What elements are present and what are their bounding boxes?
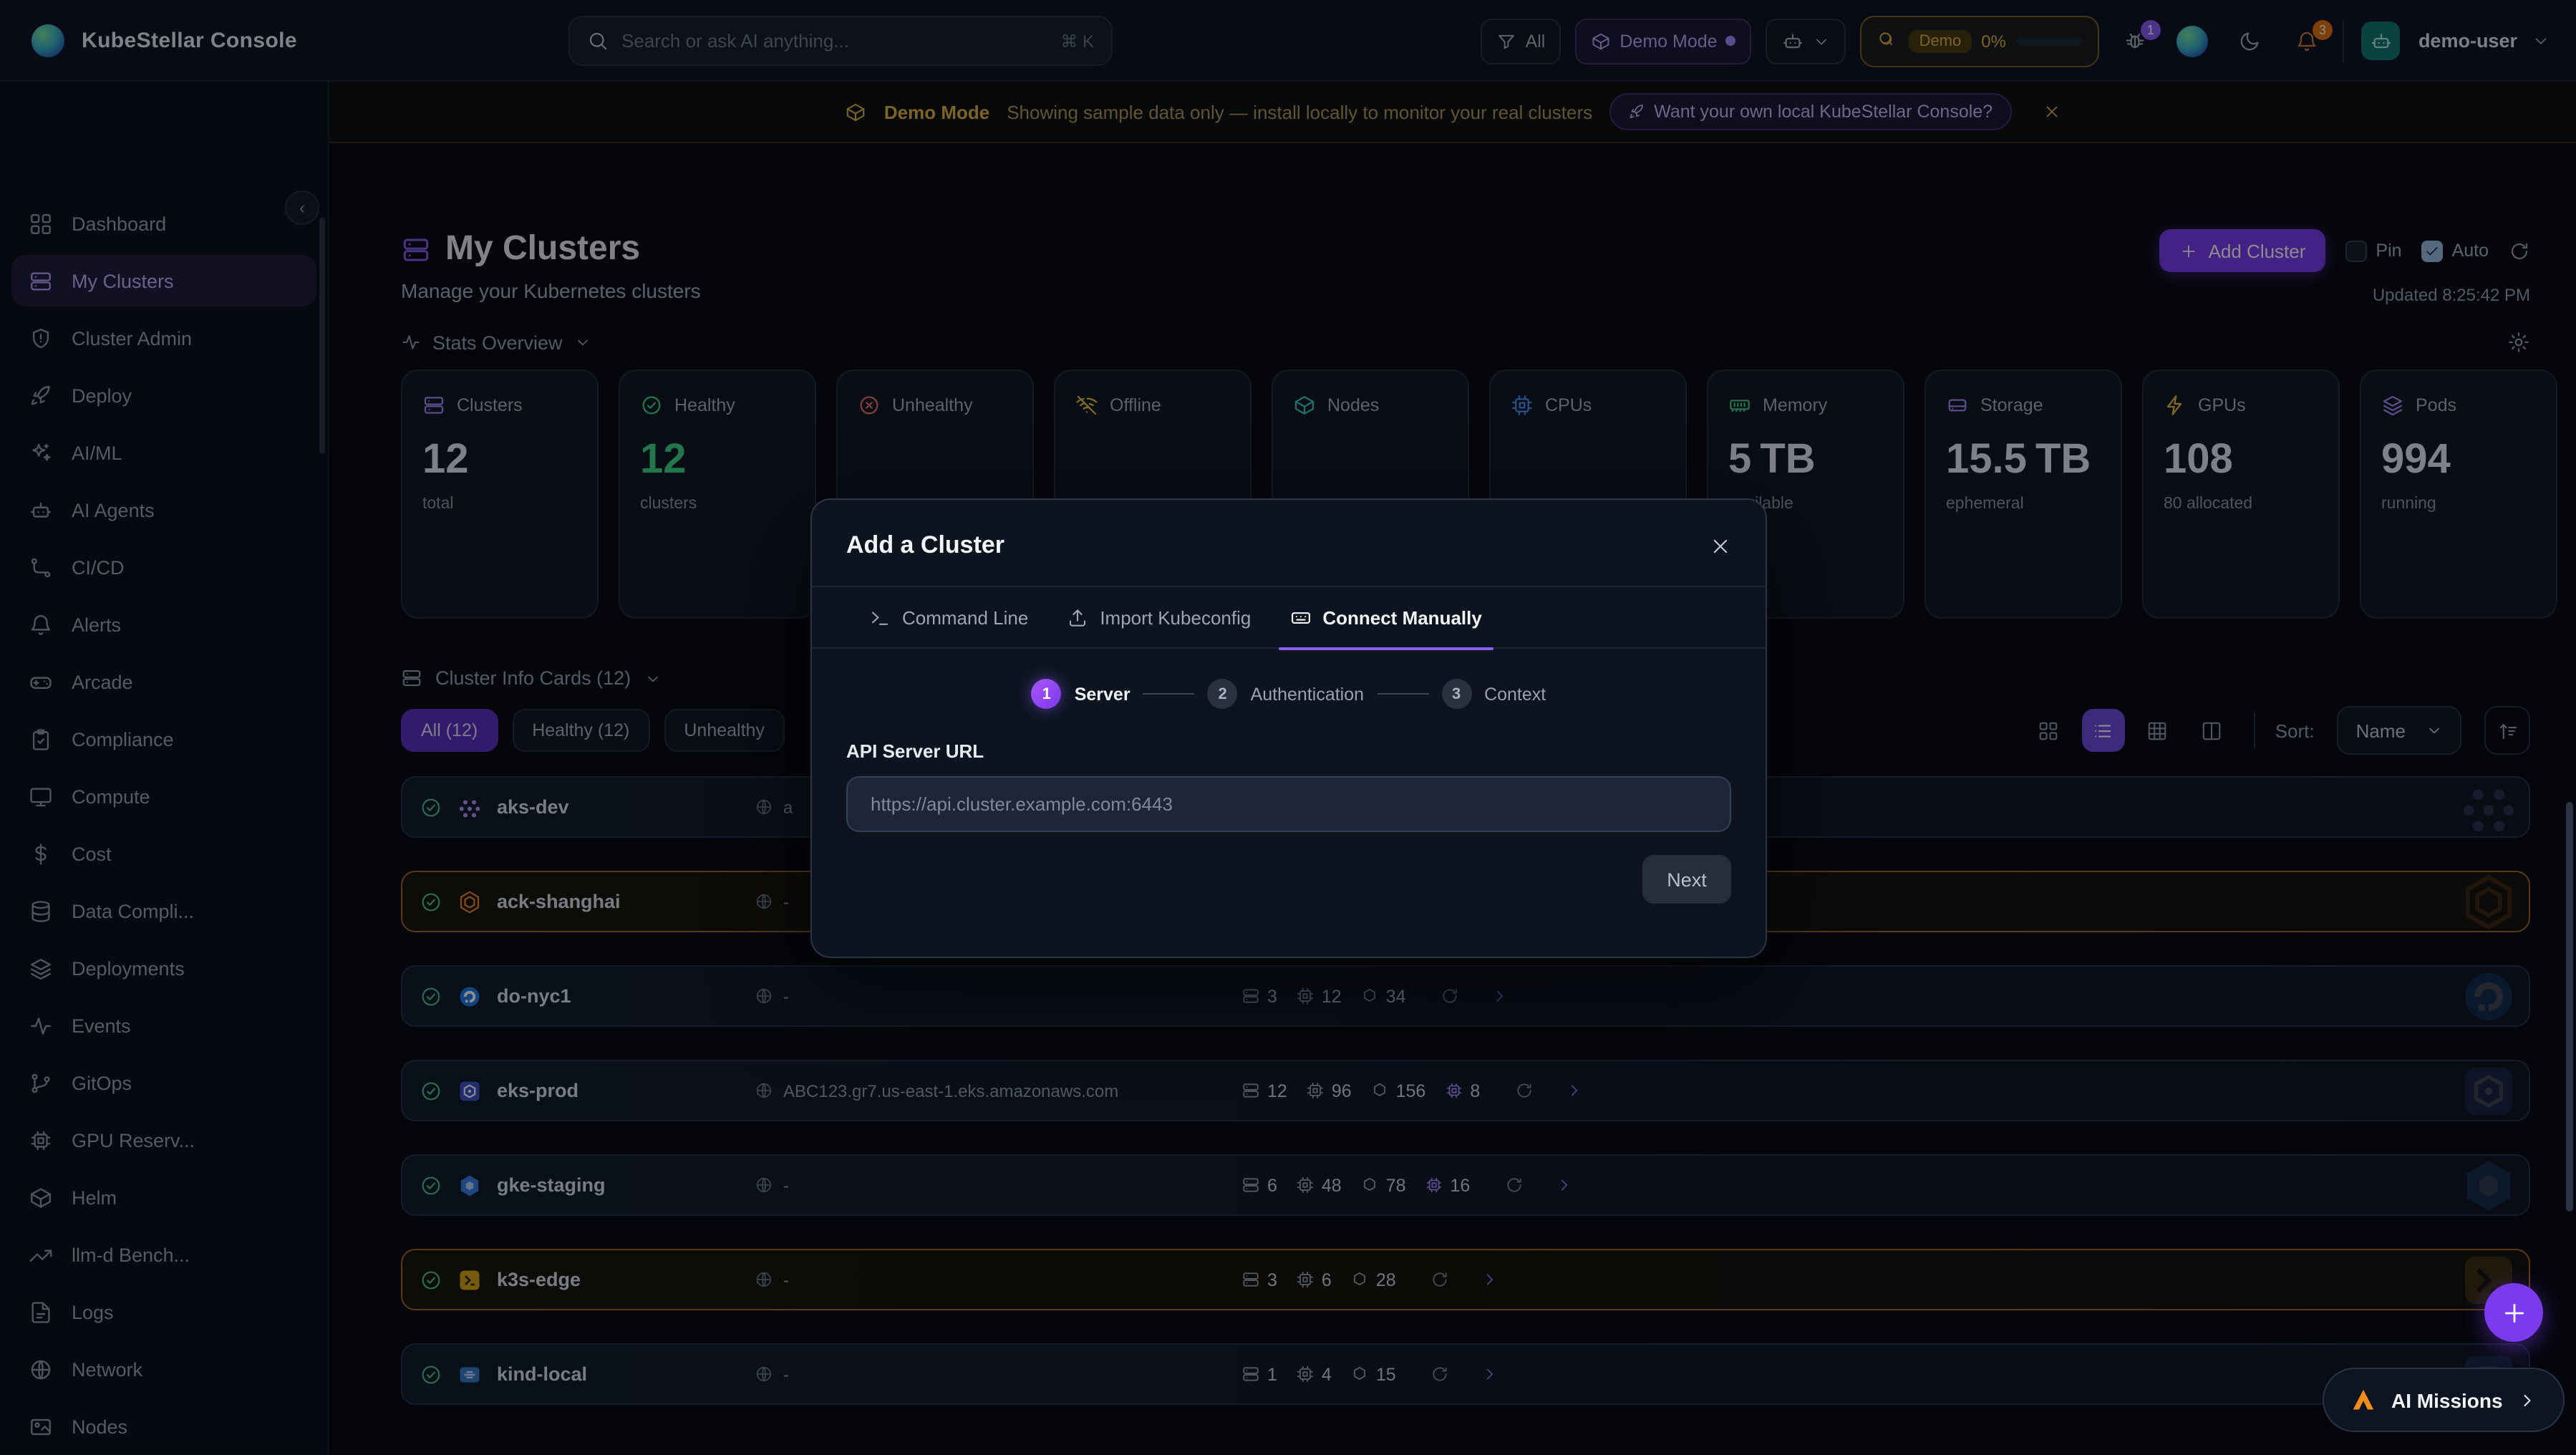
tab-command-line[interactable]: Command Line <box>869 586 1028 649</box>
api-server-url-input[interactable] <box>868 792 1710 816</box>
step-number: 3 <box>1441 679 1471 709</box>
tab-import-kubeconfig[interactable]: Import Kubeconfig <box>1067 586 1251 649</box>
stepper-connector <box>1377 693 1428 695</box>
tab-label: Command Line <box>902 606 1028 628</box>
next-button[interactable]: Next <box>1642 855 1731 904</box>
tab-label: Import Kubeconfig <box>1100 606 1251 628</box>
app-window: KubeStellar Console Search or ask AI any… <box>0 0 2576 1455</box>
api-server-url-label: API Server URL <box>846 740 1766 762</box>
step-label: Context <box>1484 684 1546 704</box>
ai-missions-button[interactable]: AI Missions <box>2323 1368 2565 1432</box>
step-authentication: 2 Authentication <box>1208 679 1364 709</box>
modal-stepper: 1 Server 2 Authentication 3 Context <box>812 679 1766 709</box>
ai-missions-logo-icon <box>2350 1386 2377 1413</box>
add-fab-button[interactable] <box>2484 1283 2543 1342</box>
add-cluster-modal: Add a Cluster Command Line Import Kubecon… <box>810 498 1767 958</box>
step-number: 2 <box>1208 679 1238 709</box>
step-label: Server <box>1075 684 1130 704</box>
step-number: 1 <box>1032 679 1062 709</box>
modal-title: Add a Cluster <box>846 531 1004 560</box>
step-context: 3 Context <box>1441 679 1546 709</box>
step-server: 1 Server <box>1032 679 1130 709</box>
modal-tabs: Command Line Import Kubeconfig Connect Man… <box>812 586 1766 649</box>
chevron-right-icon <box>2517 1390 2537 1410</box>
tab-label: Connect Manually <box>1322 606 1482 628</box>
modal-close-icon[interactable] <box>1710 535 1731 556</box>
step-label: Authentication <box>1251 684 1364 704</box>
terminal-icon <box>869 606 891 628</box>
upload-icon <box>1067 606 1088 628</box>
api-server-url-field[interactable] <box>846 776 1731 832</box>
keyboard-icon <box>1289 606 1311 628</box>
tab-connect-manually[interactable]: Connect Manually <box>1289 586 1482 649</box>
stepper-connector <box>1143 693 1195 695</box>
page-scrollbar[interactable] <box>2566 802 2573 1212</box>
